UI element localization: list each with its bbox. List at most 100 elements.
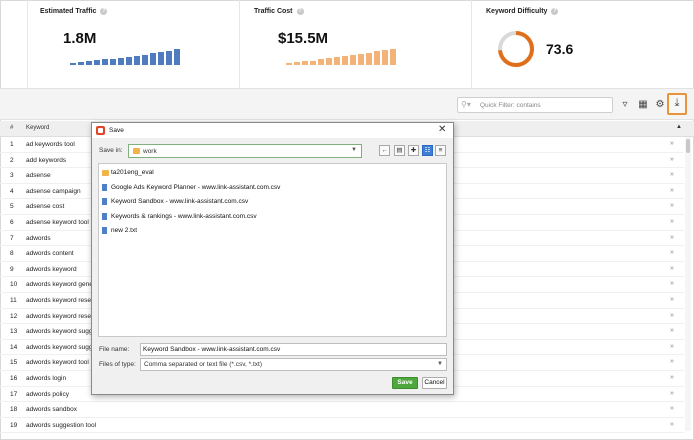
info-icon[interactable]: ? [296, 8, 304, 15]
spark-bar [70, 62, 76, 65]
spark-bar [94, 60, 100, 65]
expand-chevron-icon[interactable]: » [670, 343, 674, 350]
expand-chevron-icon[interactable]: » [670, 234, 674, 241]
spark-bar [118, 57, 124, 65]
close-icon[interactable]: ✕ [438, 124, 446, 135]
back-arrow-icon[interactable]: ← [379, 145, 390, 156]
expand-chevron-icon[interactable]: » [670, 202, 674, 209]
estimated-traffic-sparkbars [70, 45, 180, 65]
export-download-icon[interactable]: ⤓ [667, 93, 687, 115]
expand-chevron-icon[interactable]: » [670, 327, 674, 334]
row-number: 16 [10, 374, 18, 382]
expand-chevron-icon[interactable]: » [670, 249, 674, 256]
row-number: 7 [10, 234, 14, 242]
chevron-down-icon: ▼ [351, 147, 357, 153]
row-keyword: adsense campaign [26, 187, 81, 195]
expand-chevron-icon[interactable]: » [670, 280, 674, 287]
spark-bar [366, 52, 372, 65]
filter-icon[interactable]: ▿ [618, 98, 632, 112]
expand-chevron-icon[interactable]: » [670, 405, 674, 412]
spark-bar [302, 61, 308, 65]
scrollbar-thumb[interactable] [686, 139, 690, 153]
app-logo-icon [96, 126, 105, 135]
spark-bar [334, 57, 340, 65]
spark-bar [294, 62, 300, 65]
file-name: Keywords & rankings - www.link-assistant… [111, 212, 257, 220]
expand-chevron-icon[interactable]: » [670, 296, 674, 303]
new-folder-icon[interactable]: ✚ [408, 145, 419, 156]
save-in-value: work [143, 148, 157, 155]
row-keyword: adsense keyword tool [26, 218, 89, 226]
file-name: new 2.txt [111, 227, 138, 234]
details-view-icon[interactable]: ≡ [435, 145, 446, 156]
expand-chevron-icon[interactable]: » [670, 390, 674, 397]
expand-chevron-icon[interactable]: » [670, 218, 674, 225]
file-type-select[interactable]: Comma separated or text file (*.csv, *.t… [140, 358, 447, 371]
spark-bar [310, 60, 316, 65]
expand-chevron-icon[interactable]: » [670, 312, 674, 319]
document-icon [102, 212, 107, 220]
spark-bar [286, 63, 292, 65]
info-icon[interactable]: ? [551, 8, 559, 15]
row-keyword: adwords keyword sugg [26, 343, 93, 351]
expand-chevron-icon[interactable]: » [670, 421, 674, 428]
expand-chevron-icon[interactable]: » [670, 265, 674, 272]
file-name-input[interactable] [140, 343, 447, 356]
row-number: 9 [10, 265, 14, 273]
traffic-cost-card: Traffic Cost? $15.5M [240, 0, 472, 88]
row-keyword: add keywords [26, 156, 67, 164]
table-row[interactable]: 19 adwords suggestion tool » [0, 418, 684, 434]
expand-chevron-icon[interactable]: » [670, 187, 674, 194]
row-number: 5 [10, 203, 14, 211]
row-keyword: adwords suggestion tool [26, 421, 97, 429]
table-row[interactable]: 18 adwords sandbox » [0, 402, 684, 418]
row-keyword: adsense cost [26, 203, 65, 211]
row-number: 13 [10, 328, 18, 336]
row-number: 6 [10, 218, 14, 226]
cancel-button[interactable]: Cancel [422, 377, 447, 389]
row-keyword: adwords login [26, 374, 67, 382]
spark-bar [78, 62, 84, 65]
row-keyword: adsense [26, 172, 51, 180]
sort-up-icon[interactable]: ▲ [676, 124, 682, 130]
row-keyword: ad keywords tool [26, 141, 75, 148]
up-folder-icon[interactable]: ▤ [394, 145, 405, 156]
file-name: Google Ads Keyword Planner - www.link-as… [111, 183, 281, 191]
keyword-difficulty-title: Keyword Difficulty? [486, 8, 559, 15]
search-icon: ⚲▾ [461, 100, 471, 109]
columns-grid-icon[interactable]: ▦ [636, 98, 650, 112]
expand-chevron-icon[interactable]: » [670, 374, 674, 381]
gear-icon[interactable]: ⚙ [653, 98, 667, 112]
spark-bar [126, 56, 132, 65]
quick-filter-input[interactable] [480, 99, 610, 111]
expand-chevron-icon[interactable]: » [670, 358, 674, 365]
save-button[interactable]: Save [392, 377, 418, 389]
row-number: 15 [10, 359, 18, 367]
table-toolbar: ⚲▾ ▿ ▦ ⚙ ⤓ [0, 88, 694, 120]
row-number: 12 [10, 312, 18, 320]
file-type-label: Files of type: [99, 361, 136, 368]
quick-filter[interactable]: ⚲▾ [457, 97, 613, 113]
spark-bar [326, 58, 332, 65]
info-icon[interactable]: ? [100, 8, 108, 15]
list-view-icon[interactable]: ☷ [422, 145, 433, 156]
expand-chevron-icon[interactable]: » [670, 140, 674, 147]
row-keyword: adwords keyword gene [26, 281, 93, 289]
table-scrollbar[interactable] [685, 137, 691, 431]
spark-bar [142, 54, 148, 65]
row-keyword: adwords keyword tool [26, 359, 89, 367]
expand-chevron-icon[interactable]: » [670, 156, 674, 163]
save-in-select[interactable]: work ▼ [128, 144, 362, 158]
column-header-keyword[interactable]: Keyword [26, 125, 49, 131]
file-name: Keyword Sandbox - www.link-assistant.com… [111, 198, 249, 205]
row-number: 19 [10, 421, 18, 429]
row-number: 17 [10, 390, 18, 398]
document-icon [102, 198, 107, 205]
save-in-label: Save in: [99, 147, 123, 154]
keyword-difficulty-gauge [498, 31, 534, 67]
spark-bar [174, 49, 180, 65]
spark-bar [150, 53, 156, 65]
expand-chevron-icon[interactable]: » [670, 171, 674, 178]
spark-bar [358, 53, 364, 65]
column-header-number[interactable]: # [10, 125, 13, 131]
